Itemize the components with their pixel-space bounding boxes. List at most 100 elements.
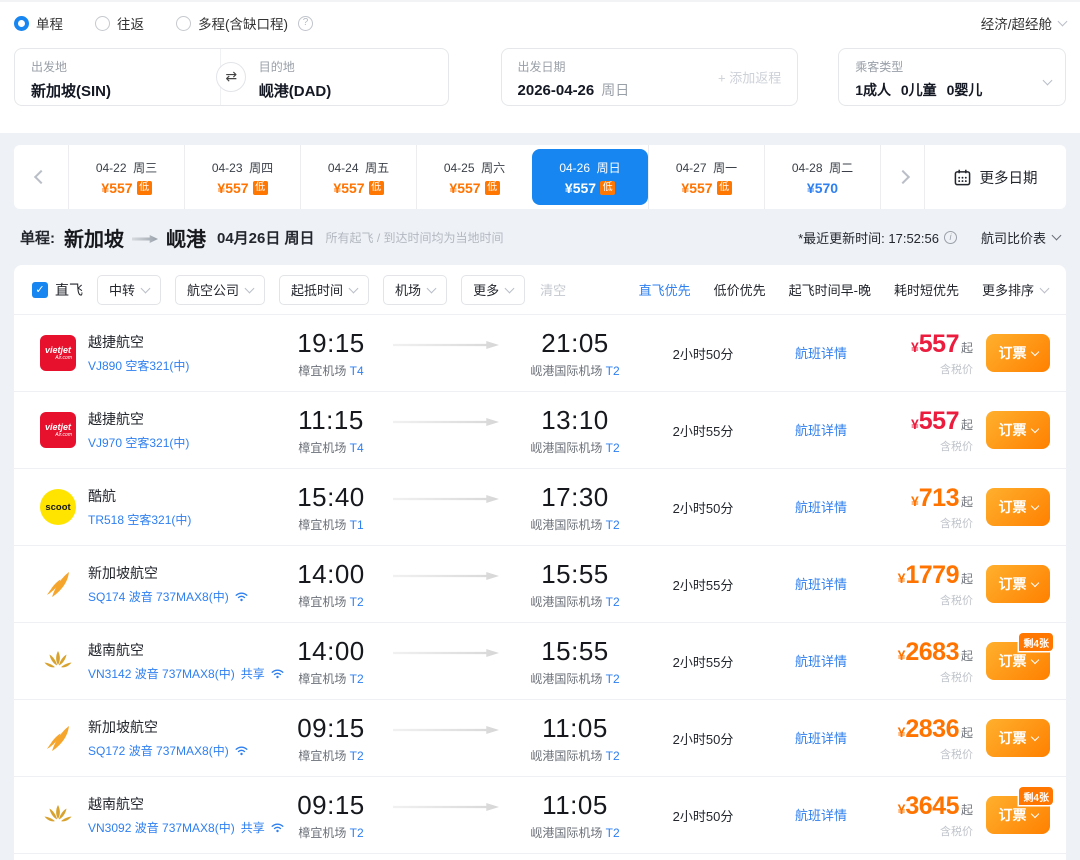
cabin-class-selector[interactable]: 经济/超经舱 — [981, 13, 1066, 33]
filter-pill-label: 起抵时间 — [291, 280, 343, 299]
flight-number-aircraft[interactable]: VJ970 空客321(中) — [88, 434, 189, 451]
flight-number-aircraft[interactable]: VN3142 波音 737MAX8(中)共享 — [88, 665, 284, 682]
date-weekday: 周日 — [601, 82, 629, 98]
passenger-type-field[interactable]: 乘客类型 1成人 0儿童 0婴儿 — [838, 48, 1066, 106]
arrival-time: 11:05 — [502, 790, 648, 821]
date-cell-04-22[interactable]: 04-22 周三 ¥557低 — [68, 145, 184, 209]
detail-column: 航班详情 — [758, 497, 884, 517]
flight-arrow-column — [390, 649, 502, 657]
more-sort-button[interactable]: 更多排序 — [982, 280, 1048, 299]
chevron-down-icon — [505, 283, 515, 293]
arrival-terminal: T2 — [606, 826, 620, 840]
filter-pill-1[interactable]: 航空公司 — [175, 275, 265, 305]
airline-info: 新加坡航空 SQ172 波音 737MAX8(中) — [88, 717, 248, 759]
sort-option-2[interactable]: 起飞时间早-晚 — [789, 280, 871, 299]
airline-info: 越南航空 VN3142 波音 737MAX8(中)共享 — [88, 640, 284, 682]
filter-pill-4[interactable]: 更多 — [461, 275, 525, 305]
destination-city-field[interactable]: 目的地 岘港(DAD) — [220, 49, 448, 105]
date-cell-04-24[interactable]: 04-24 周五 ¥557低 — [300, 145, 416, 209]
radio-icon[interactable] — [176, 16, 191, 31]
origin-destination-box: 出发地 新加坡(SIN) ⇄ 目的地 岘港(DAD) — [14, 48, 449, 106]
sort-option-1[interactable]: 低价优先 — [714, 280, 766, 299]
sort-option-3[interactable]: 耗时短优先 — [894, 280, 959, 299]
detail-column: 航班详情 — [758, 574, 884, 594]
swap-cities-icon[interactable]: ⇄ — [216, 62, 246, 92]
chevron-right-icon — [895, 170, 909, 184]
chevron-down-icon — [1030, 425, 1038, 433]
flight-detail-link[interactable]: 航班详情 — [795, 346, 847, 361]
filter-pill-0[interactable]: 中转 — [97, 275, 161, 305]
date-cell-04-23[interactable]: 04-23 周四 ¥557低 — [184, 145, 300, 209]
clear-filters-button[interactable]: 清空 — [540, 280, 566, 299]
airline-name: 新加坡航空 — [88, 563, 248, 583]
trip-type-multicity[interactable]: 多程(含缺口程) — [176, 13, 288, 33]
trip-type-oneway[interactable]: 单程 — [14, 13, 63, 33]
trip-type-roundtrip[interactable]: 往返 — [95, 13, 144, 33]
date-cell-04-26[interactable]: 04-26 周日 ¥557低 — [532, 149, 648, 205]
arrival-terminal: T2 — [606, 749, 620, 763]
flight-detail-link[interactable]: 航班详情 — [795, 731, 847, 746]
more-dates-button[interactable]: 更多日期 — [924, 145, 1066, 209]
arrival-airport: 岘港国际机场 T2 — [502, 362, 648, 379]
book-button[interactable]: 订票 — [986, 411, 1050, 449]
flight-row: 越南航空 VN3092 波音 737MAX8(中)共享 09:15 樟宜机场 T… — [14, 777, 1066, 854]
next-dates-button[interactable] — [880, 145, 924, 209]
flight-detail-link[interactable]: 航班详情 — [795, 423, 847, 438]
book-button-wrap: 剩4张 订票 — [986, 642, 1050, 680]
chevron-left-icon — [34, 170, 48, 184]
arrival-airport: 岘港国际机场 T2 — [502, 439, 648, 456]
book-button[interactable]: 订票 — [986, 334, 1050, 372]
flight-number-aircraft[interactable]: VN3092 波音 737MAX8(中)共享 — [88, 819, 284, 836]
arrival-terminal: T2 — [606, 595, 620, 609]
flight-number-aircraft[interactable]: SQ172 波音 737MAX8(中) — [88, 742, 248, 759]
flight-duration: 2小时50分 — [648, 344, 758, 363]
filter-pill-3[interactable]: 机场 — [383, 275, 447, 305]
arrival-terminal: T2 — [606, 441, 620, 455]
last-updated: *最近更新时间: 17:52:56 i — [798, 228, 957, 247]
flight-detail-link[interactable]: 航班详情 — [795, 654, 847, 669]
departure-time: 14:00 — [272, 559, 390, 590]
airline-info: 越南航空 VN3092 波音 737MAX8(中)共享 — [88, 794, 284, 836]
tax-included-note: 含税价 — [898, 746, 973, 762]
flight-detail-link[interactable]: 航班详情 — [795, 500, 847, 515]
add-return-button[interactable]: + 添加返程 — [718, 68, 781, 87]
book-button[interactable]: 订票 — [986, 488, 1050, 526]
flight-duration: 2小时55分 — [648, 575, 758, 594]
flight-number-aircraft[interactable]: TR518 空客321(中) — [88, 511, 191, 528]
results-section: 04-22 周三 ¥557低 04-23 周四 ¥557低 04-24 周五 ¥… — [0, 133, 1080, 860]
help-icon[interactable]: ? — [298, 16, 313, 31]
departure-city-field[interactable]: 出发地 新加坡(SIN) — [15, 49, 220, 105]
direct-flight-checkbox[interactable]: ✓ — [32, 282, 48, 298]
flight-number-aircraft[interactable]: VJ890 空客321(中) — [88, 357, 189, 374]
price-from-suffix: 起 — [961, 416, 973, 433]
chevron-down-icon — [1030, 502, 1038, 510]
book-button-wrap: 订票 — [986, 488, 1050, 526]
flight-detail-link[interactable]: 航班详情 — [795, 808, 847, 823]
flight-number-aircraft[interactable]: SQ174 波音 737MAX8(中) — [88, 588, 248, 605]
date-cell-price: ¥557低 — [449, 180, 499, 196]
arrival-column: 13:10 岘港国际机场 T2 — [502, 405, 648, 456]
wifi-icon — [235, 591, 248, 602]
currency-symbol: ¥ — [911, 339, 919, 355]
currency-symbol: ¥ — [911, 416, 919, 432]
departure-date-field[interactable]: 出发日期 2026-04-26周日 + 添加返程 — [501, 48, 799, 106]
flight-row: 新加坡航空 SQ172 波音 737MAX8(中) 09:15 樟宜机场 T2 … — [14, 700, 1066, 777]
filter-pill-2[interactable]: 起抵时间 — [279, 275, 369, 305]
tax-included-note: 含税价 — [898, 592, 973, 608]
date-cell-04-28[interactable]: 04-28 周二 ¥570 — [764, 145, 880, 209]
info-icon[interactable]: i — [944, 231, 957, 244]
arrival-column: 11:05 岘港国际机场 T2 — [502, 790, 648, 841]
date-cell-04-27[interactable]: 04-27 周一 ¥557低 — [648, 145, 764, 209]
radio-selected-icon[interactable] — [14, 16, 29, 31]
flight-detail-link[interactable]: 航班详情 — [795, 577, 847, 592]
price-block: ¥3645起 含税价 — [898, 792, 973, 839]
book-button[interactable]: 订票 — [986, 719, 1050, 757]
radio-icon[interactable] — [95, 16, 110, 31]
sort-option-0[interactable]: 直飞优先 — [639, 280, 691, 299]
airline-column: vietjetAir.com 越捷航空 VJ890 空客321(中) — [40, 332, 272, 374]
chevron-down-icon — [245, 283, 255, 293]
book-button[interactable]: 订票 — [986, 565, 1050, 603]
prev-dates-button[interactable] — [14, 145, 68, 209]
date-cell-04-25[interactable]: 04-25 周六 ¥557低 — [416, 145, 532, 209]
airline-price-compare-button[interactable]: 航司比价表 — [981, 228, 1060, 247]
